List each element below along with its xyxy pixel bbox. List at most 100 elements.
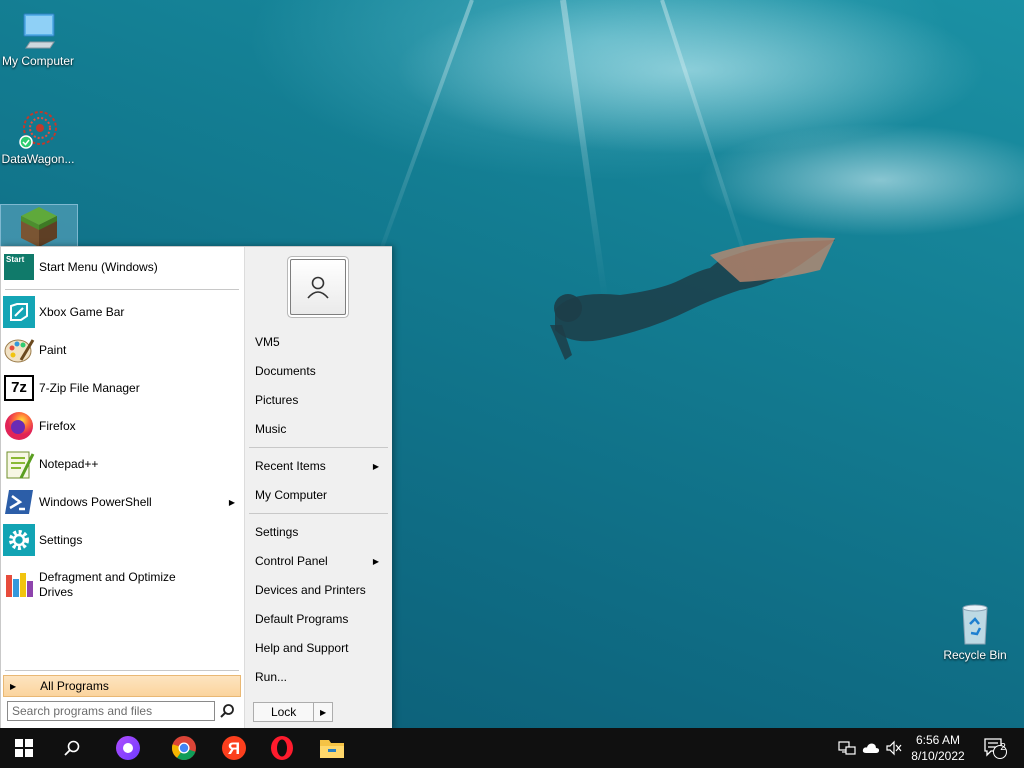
- user-icon: [307, 276, 329, 299]
- menu-item-my-computer[interactable]: My Computer: [249, 482, 387, 508]
- desktop-icon-datawagon[interactable]: DataWagon...: [0, 106, 76, 166]
- yandex-icon: Я: [222, 736, 246, 760]
- lock-label: Lock: [270, 705, 297, 719]
- menu-item-settings[interactable]: Settings: [249, 519, 387, 545]
- program-label: Xbox Game Bar: [39, 304, 125, 319]
- menu-item-label: Documents: [255, 364, 316, 378]
- opera-icon: [271, 736, 293, 760]
- desktop-icon-my-computer[interactable]: My Computer: [0, 8, 76, 68]
- taskbar-clock[interactable]: 6:56 AM 8/10/2022: [904, 732, 972, 764]
- menu-item-label: Devices and Printers: [255, 583, 366, 597]
- program-label: Notepad++: [39, 456, 99, 471]
- submenu-arrow-icon: ▶: [372, 461, 379, 471]
- desktop-icon-recycle-bin[interactable]: Recycle Bin: [937, 602, 1013, 662]
- chrome-icon: [171, 736, 196, 761]
- start-menu-icon-text: Start: [4, 254, 34, 280]
- menu-item-label: Control Panel: [255, 554, 328, 568]
- menu-item-default-programs[interactable]: Default Programs: [249, 606, 387, 632]
- powershell-icon: [3, 486, 35, 518]
- program-label: Defragment and Optimize Drives: [39, 570, 176, 599]
- search-programs-field[interactable]: [7, 701, 215, 721]
- action-center-button[interactable]: 2: [978, 728, 1012, 768]
- paint-icon: [3, 334, 35, 366]
- user-avatar[interactable]: [290, 259, 346, 315]
- tray-network[interactable]: [836, 728, 858, 768]
- menu-item-label: Settings: [255, 525, 299, 539]
- notepadpp-icon: [3, 448, 35, 480]
- search-icon: [64, 740, 80, 756]
- menu-item-vm5[interactable]: VM5: [249, 329, 387, 355]
- menu-item-documents[interactable]: Documents: [249, 358, 387, 384]
- menu-item-pictures[interactable]: Pictures: [249, 387, 387, 413]
- notification-count: 2: [1000, 742, 1006, 753]
- alice-icon: [116, 736, 140, 760]
- start-menu-icon: Start: [3, 251, 35, 283]
- volume-muted-icon: [886, 740, 902, 756]
- desktop-icon-label: My Computer: [1, 54, 75, 68]
- program-firefox[interactable]: Firefox: [3, 408, 241, 444]
- program-7zip[interactable]: 7z 7-Zip File Manager: [3, 370, 241, 406]
- taskbar-app-alice[interactable]: [106, 728, 150, 768]
- lock-button[interactable]: Lock ▶: [253, 702, 333, 722]
- menu-item-devices-and-printers[interactable]: Devices and Printers: [249, 577, 387, 603]
- program-xbox-game-bar[interactable]: Xbox Game Bar: [3, 294, 241, 330]
- menu-item-label: Default Programs: [255, 612, 349, 626]
- start-menu-places-pane: VM5 Documents Pictures Music Recent Item…: [244, 247, 392, 729]
- menu-item-recent-items[interactable]: Recent Items ▶: [249, 453, 387, 479]
- clock-time: 6:56 AM: [915, 733, 961, 747]
- light-ray: [367, 0, 474, 283]
- menu-item-label: Music: [255, 422, 287, 436]
- search-icon[interactable]: [219, 703, 235, 719]
- program-windows-powershell[interactable]: Windows PowerShell ▶: [3, 484, 241, 520]
- menu-item-label: Help and Support: [255, 641, 349, 655]
- menu-item-label: My Computer: [255, 488, 328, 502]
- tray-volume[interactable]: [883, 728, 905, 768]
- taskbar-app-yandex[interactable]: Я: [212, 728, 256, 768]
- defrag-icon: [3, 569, 35, 601]
- menu-item-label: Run...: [255, 670, 288, 684]
- desktop-icon-minecraft[interactable]: [0, 204, 78, 248]
- all-programs-label: All Programs: [40, 679, 109, 693]
- submenu-arrow-icon: ▶: [228, 497, 235, 507]
- program-paint[interactable]: Paint: [3, 332, 241, 368]
- 7zip-icon: 7z: [3, 372, 35, 404]
- menu-item-control-panel[interactable]: Control Panel ▶: [249, 548, 387, 574]
- start-menu: Start Start Menu (Windows) Xbox Game Bar…: [0, 246, 392, 730]
- taskbar-search-button[interactable]: [50, 728, 94, 768]
- program-start-menu-windows[interactable]: Start Start Menu (Windows): [3, 249, 241, 285]
- desktop-icon-label: Recycle Bin: [943, 648, 1007, 662]
- tray-onedrive[interactable]: [860, 728, 882, 768]
- program-notepadpp[interactable]: Notepad++: [3, 446, 241, 482]
- shutdown-options-arrow-icon[interactable]: ▶: [313, 703, 332, 721]
- menu-item-label: VM5: [255, 335, 280, 349]
- search-input[interactable]: [8, 702, 214, 720]
- menu-item-run[interactable]: Run...: [249, 664, 387, 690]
- minecraft-icon: [17, 205, 61, 247]
- taskbar-app-chrome[interactable]: [162, 728, 206, 768]
- svg-text:Я: Я: [228, 739, 240, 758]
- recycle-bin-icon: [953, 602, 997, 646]
- divider: [5, 670, 239, 671]
- taskbar-app-opera[interactable]: [260, 728, 304, 768]
- monitor-icon: [16, 8, 60, 52]
- diver-image: [550, 237, 835, 360]
- windows-start-button[interactable]: [2, 728, 46, 768]
- clock-date: 8/10/2022: [911, 749, 965, 763]
- program-settings[interactable]: Settings: [3, 522, 241, 558]
- taskbar-app-file-explorer[interactable]: [310, 728, 354, 768]
- start-menu-programs-pane: Start Start Menu (Windows) Xbox Game Bar…: [1, 247, 244, 729]
- submenu-arrow-icon: ▶: [372, 556, 379, 566]
- program-label: 7-Zip File Manager: [39, 380, 140, 395]
- program-label: Settings: [39, 532, 83, 547]
- menu-item-label: Recent Items: [255, 459, 326, 473]
- menu-item-music[interactable]: Music: [249, 416, 387, 442]
- windows-start-icon: [15, 739, 33, 757]
- program-label: Windows PowerShell: [39, 494, 152, 509]
- 7zip-icon-text: 7z: [4, 375, 34, 401]
- menu-item-help-and-support[interactable]: Help and Support: [249, 635, 387, 661]
- all-programs-button[interactable]: ▶ All Programs: [3, 675, 241, 697]
- program-defragment[interactable]: Defragment and Optimize Drives: [3, 567, 241, 603]
- divider: [249, 447, 388, 448]
- datawagon-icon: [16, 106, 60, 150]
- divider: [249, 513, 388, 514]
